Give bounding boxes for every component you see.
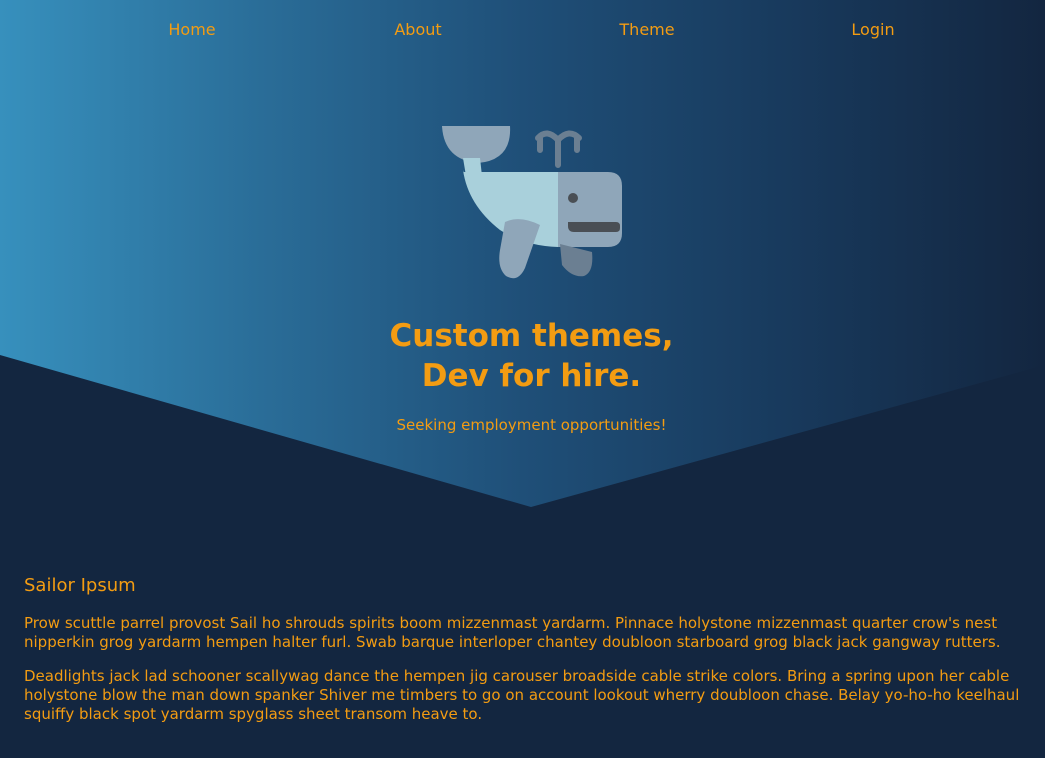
nav-theme-link[interactable]: Theme (619, 20, 674, 39)
whale-icon (442, 126, 622, 279)
nav-home-link[interactable]: Home (168, 20, 215, 39)
article-title: Sailor Ipsum (24, 575, 136, 596)
top-nav: Home About Theme Login (0, 0, 1045, 60)
headline-line-2: Dev for hire. (421, 358, 642, 394)
nav-login-link[interactable]: Login (851, 20, 894, 39)
hero-subtitle: Seeking employment opportunities! (396, 416, 667, 434)
nav-about-link[interactable]: About (394, 20, 441, 39)
page: Home About Theme Login Custom themes, De… (0, 0, 1045, 758)
article-paragraph-1: Prow scuttle parrel provost Sail ho shro… (24, 614, 1001, 651)
article-paragraph-2: Deadlights jack lad schooner scallywag d… (24, 667, 1020, 723)
hero-headline: Custom themes, Dev for hire. (0, 316, 1045, 396)
article-section: Sailor Ipsum Prow scuttle parrel provost… (24, 574, 1024, 739)
headline-line-1: Custom themes, (389, 318, 674, 354)
